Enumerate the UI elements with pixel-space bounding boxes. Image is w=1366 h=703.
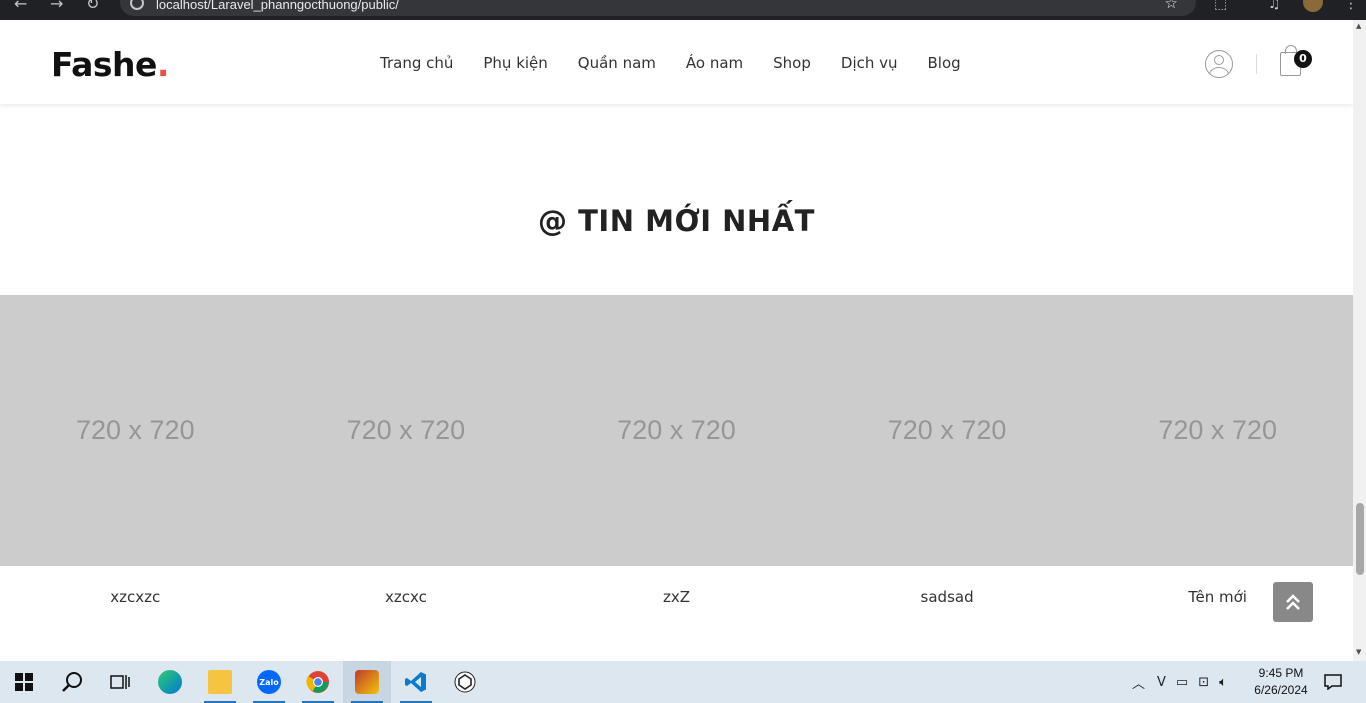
scroll-up-arrow-icon[interactable]: ▲	[1356, 22, 1361, 30]
address-bar[interactable]: localhost/Laravel_phanngocthuong/public/…	[120, 0, 1196, 16]
chatgpt-icon	[454, 671, 476, 693]
nav-link-trang-chu[interactable]: Trang chủ	[380, 54, 453, 72]
logo-dot: .	[156, 45, 170, 84]
news-item[interactable]: 720 x 720 xzcxzc	[0, 295, 271, 606]
double-chevron-up-icon	[1286, 594, 1300, 610]
news-item[interactable]: 720 x 720 zxZ	[541, 295, 812, 606]
scrollbar-thumb[interactable]	[1356, 503, 1364, 575]
user-body-shape	[1209, 67, 1229, 77]
chrome-taskbar-button[interactable]	[294, 661, 342, 703]
chrome-icon	[306, 671, 329, 693]
news-title-link[interactable]: xzcxc	[271, 588, 542, 606]
taskbar-clock[interactable]: 9:45 PM 6/26/2024	[1249, 665, 1313, 699]
nav-link-dich-vu[interactable]: Dịch vụ	[841, 54, 898, 72]
game-icon	[355, 670, 379, 694]
volume-icon[interactable]: 🔈︎	[1219, 675, 1227, 690]
browser-toolbar: ← → ↻ localhost/Laravel_phanngocthuong/p…	[0, 0, 1366, 20]
start-button[interactable]	[0, 661, 48, 703]
user-account-icon[interactable]	[1205, 50, 1233, 78]
nav-link-blog[interactable]: Blog	[928, 54, 961, 72]
site-logo[interactable]: Fashe.	[51, 45, 169, 84]
bookmark-star-icon[interactable]: ☆	[1165, 0, 1178, 12]
chatgpt-taskbar-button[interactable]	[441, 661, 489, 703]
vpn-icon[interactable]: V	[1157, 675, 1166, 690]
clock-time: 9:45 PM	[1258, 666, 1304, 680]
logo-text[interactable]: Fashe	[51, 45, 157, 84]
file-explorer-icon	[208, 670, 232, 694]
media-icon[interactable]: ♫	[1268, 0, 1281, 12]
search-icon	[62, 672, 82, 692]
battery-icon[interactable]: ▭	[1176, 675, 1188, 690]
clock-date: 6/26/2024	[1254, 683, 1308, 697]
windows-taskbar: Zalo ︿ V ▭ ⊡ 🔈︎ 9:45 PM 6/26/2024	[0, 661, 1366, 703]
nav-link-shop[interactable]: Shop	[773, 54, 811, 72]
header-divider	[1256, 54, 1257, 74]
task-view-icon	[110, 675, 130, 689]
placeholder-label: 720 x 720	[1158, 415, 1277, 445]
placeholder-label: 720 x 720	[75, 415, 195, 445]
vscode-icon	[405, 672, 426, 692]
menu-dots-icon[interactable]: ⋮	[1344, 0, 1358, 12]
edge-icon	[158, 670, 182, 694]
web-page: Fashe. Trang chủ Phụ kiện Quần nam Áo na…	[0, 20, 1353, 661]
reload-icon[interactable]: ↻	[86, 0, 99, 13]
placeholder-label: 720 x 720	[887, 415, 1007, 445]
user-head-shape	[1214, 55, 1224, 65]
news-image-placeholder[interactable]: 720 x 720	[0, 295, 271, 566]
nav-link-quan-nam[interactable]: Quần nam	[578, 54, 656, 72]
taskbar-search-button[interactable]	[48, 661, 96, 703]
news-image-placeholder[interactable]: 720 x 720	[1082, 295, 1353, 566]
start-icon	[15, 673, 33, 691]
system-tray: ︿ V ▭ ⊡ 🔈︎	[1132, 661, 1227, 703]
page-scrollbar[interactable]: ▲ ▼	[1353, 20, 1366, 661]
news-title-link[interactable]: sadsad	[812, 588, 1083, 606]
nav-link-ao-nam[interactable]: Áo nam	[686, 54, 743, 72]
back-icon[interactable]: ←	[14, 0, 27, 13]
news-item[interactable]: 720 x 720 sadsad	[811, 295, 1083, 606]
placeholder-label: 720 x 720	[346, 415, 466, 445]
zalo-icon: Zalo	[257, 670, 281, 694]
news-title-link[interactable]: zxZ	[541, 588, 812, 606]
nav-link-phu-kien[interactable]: Phụ kiện	[483, 54, 547, 72]
vscode-taskbar-button[interactable]	[392, 661, 440, 703]
latest-news-title: @ TIN MỚI NHẤT	[538, 204, 815, 238]
news-image-placeholder[interactable]: 720 x 720	[270, 295, 542, 566]
news-image-placeholder[interactable]: 720 x 720	[541, 295, 812, 566]
zalo-taskbar-button[interactable]: Zalo	[245, 661, 293, 703]
news-image-placeholder[interactable]: 720 x 720	[811, 295, 1083, 566]
notifications-icon	[1324, 674, 1342, 690]
scroll-down-arrow-icon[interactable]: ▼	[1356, 648, 1361, 656]
news-item[interactable]: 720 x 720 Tên mới	[1082, 295, 1353, 606]
placeholder-label: 720 x 720	[617, 415, 736, 445]
news-item[interactable]: 720 x 720 xzcxc	[270, 295, 542, 606]
main-navigation: Trang chủ Phụ kiện Quần nam Áo nam Shop …	[365, 54, 976, 72]
game-taskbar-button[interactable]	[343, 661, 391, 703]
profile-avatar[interactable]	[1303, 0, 1323, 12]
notification-center-button[interactable]	[1324, 661, 1342, 703]
cart-count-badge[interactable]: 0	[1294, 50, 1312, 68]
back-to-top-button[interactable]	[1273, 582, 1313, 622]
site-header: Fashe. Trang chủ Phụ kiện Quần nam Áo na…	[0, 20, 1353, 104]
forward-icon[interactable]: →	[50, 0, 63, 13]
edge-taskbar-button[interactable]	[146, 661, 194, 703]
extensions-icon[interactable]: ⬚	[1214, 0, 1227, 12]
show-hidden-icons-chevron-icon[interactable]: ︿	[1132, 673, 1145, 692]
news-grid: 720 x 720 xzcxzc 720 x 720 xzcxc 720 x 7…	[0, 295, 1353, 606]
news-title-link[interactable]: xzcxzc	[0, 588, 271, 606]
file-explorer-taskbar-button[interactable]	[196, 661, 244, 703]
url-text[interactable]: localhost/Laravel_phanngocthuong/public/	[156, 0, 399, 12]
task-view-button[interactable]	[96, 661, 144, 703]
site-info-icon[interactable]	[130, 0, 144, 10]
network-icon[interactable]: ⊡	[1198, 675, 1209, 690]
